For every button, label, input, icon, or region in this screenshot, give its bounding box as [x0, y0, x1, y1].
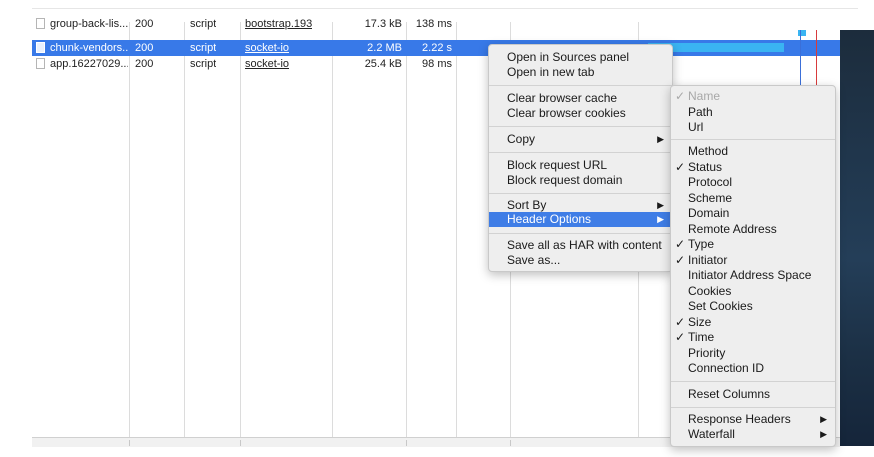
checkmark-icon: ✓	[675, 330, 686, 344]
toolbar-divider	[32, 8, 858, 9]
desktop-background	[840, 30, 874, 446]
row-status: 200	[135, 58, 154, 70]
column-option-initiator-address-space[interactable]: Initiator Address Space	[671, 268, 835, 283]
menu-item-sort-by[interactable]: Sort By ▶	[489, 198, 672, 213]
row-type: script	[190, 42, 217, 54]
menu-item-block-domain[interactable]: Block request domain	[489, 173, 672, 188]
menu-separator	[489, 193, 672, 194]
menu-item-header-options[interactable]: Header Options ▶	[489, 212, 672, 227]
row-initiator-link[interactable]: socket-io	[245, 58, 289, 70]
column-divider	[332, 22, 333, 442]
menu-separator	[671, 407, 835, 408]
column-option-remote-address[interactable]: Remote Address	[671, 222, 835, 237]
document-icon	[36, 58, 45, 69]
checkmark-icon: ✓	[675, 160, 686, 174]
menu-item-clear-cookies[interactable]: Clear browser cookies	[489, 106, 672, 121]
row-initiator-link[interactable]: socket-io	[245, 42, 289, 54]
column-option-url[interactable]: Url	[671, 120, 835, 135]
chevron-right-icon: ▶	[820, 429, 827, 439]
chevron-right-icon: ▶	[820, 414, 827, 424]
column-divider	[129, 22, 130, 442]
checkmark-icon: ✓	[675, 237, 686, 251]
row-type: script	[190, 58, 217, 70]
column-option-type[interactable]: ✓ Type	[671, 237, 835, 252]
column-option-path[interactable]: Path	[671, 105, 835, 120]
chevron-right-icon: ▶	[657, 134, 664, 144]
table-row[interactable]: app.16227029... 200 script socket-io 25.…	[32, 56, 840, 72]
checkmark-icon: ✓	[675, 89, 686, 103]
column-option-set-cookies[interactable]: Set Cookies	[671, 299, 835, 314]
menu-separator	[489, 126, 672, 127]
menu-item-copy[interactable]: Copy ▶	[489, 132, 672, 147]
column-divider	[456, 22, 457, 442]
context-menu: Open in Sources panel Open in new tab Cl…	[488, 44, 673, 272]
row-type: script	[190, 18, 217, 30]
row-time: 98 ms	[422, 58, 452, 70]
row-initiator-link[interactable]: bootstrap.193	[245, 18, 312, 30]
checkmark-icon: ✓	[675, 315, 686, 329]
menu-item-open-in-sources[interactable]: Open in Sources panel	[489, 50, 672, 65]
column-option-name: ✓ Name	[675, 89, 721, 103]
row-time: 138 ms	[415, 18, 452, 30]
chevron-right-icon: ▶	[657, 214, 664, 224]
row-name[interactable]: group-back-lis...	[50, 18, 128, 30]
row-size: 17.3 kB	[364, 18, 402, 30]
row-time: 2.22 s	[422, 42, 452, 54]
row-size: 2.2 MB	[367, 42, 402, 54]
column-option-initiator[interactable]: ✓ Initiator	[671, 253, 835, 268]
menu-separator	[671, 139, 835, 140]
document-icon	[36, 18, 45, 29]
menu-item-save-har[interactable]: Save all as HAR with content	[489, 238, 672, 253]
menu-item-clear-cache[interactable]: Clear browser cache	[489, 91, 672, 106]
menu-item-save-as[interactable]: Save as...	[489, 253, 672, 268]
column-option-cookies[interactable]: Cookies	[671, 284, 835, 299]
column-option-domain[interactable]: Domain	[671, 206, 835, 221]
menu-separator	[671, 381, 835, 382]
response-headers-item[interactable]: Response Headers ▶	[671, 412, 835, 427]
column-divider	[184, 22, 185, 442]
column-option-size[interactable]: ✓ Size	[671, 315, 835, 330]
row-status: 200	[135, 18, 154, 30]
column-divider	[406, 22, 407, 442]
waterfall-item[interactable]: Waterfall ▶	[671, 427, 835, 442]
menu-separator	[489, 152, 672, 153]
row-name[interactable]: app.16227029...	[50, 58, 128, 70]
column-option-status[interactable]: ✓ Status	[671, 160, 835, 175]
row-status: 200	[135, 42, 154, 54]
column-option-priority[interactable]: Priority	[671, 346, 835, 361]
column-option-protocol[interactable]: Protocol	[671, 175, 835, 190]
menu-separator	[489, 233, 672, 234]
checkmark-icon: ✓	[675, 253, 686, 267]
column-option-method[interactable]: Method	[671, 144, 835, 159]
chevron-right-icon: ▶	[657, 200, 664, 210]
table-row[interactable]: group-back-lis... 200 script bootstrap.1…	[32, 16, 840, 32]
menu-item-block-url[interactable]: Block request URL	[489, 158, 672, 173]
column-option-connection-id[interactable]: Connection ID	[671, 361, 835, 376]
menu-separator	[489, 85, 672, 86]
column-divider	[240, 22, 241, 442]
header-options-submenu: ✓ Name Path Url Method ✓ Status Protocol S…	[670, 85, 836, 447]
menu-item-open-in-new-tab[interactable]: Open in new tab	[489, 65, 672, 80]
column-option-scheme[interactable]: Scheme	[671, 191, 835, 206]
row-size: 25.4 kB	[364, 58, 402, 70]
column-option-time[interactable]: ✓ Time	[671, 330, 835, 345]
document-icon	[36, 42, 45, 53]
reset-columns-item[interactable]: Reset Columns	[671, 387, 835, 402]
row-name[interactable]: chunk-vendors...	[50, 42, 128, 54]
